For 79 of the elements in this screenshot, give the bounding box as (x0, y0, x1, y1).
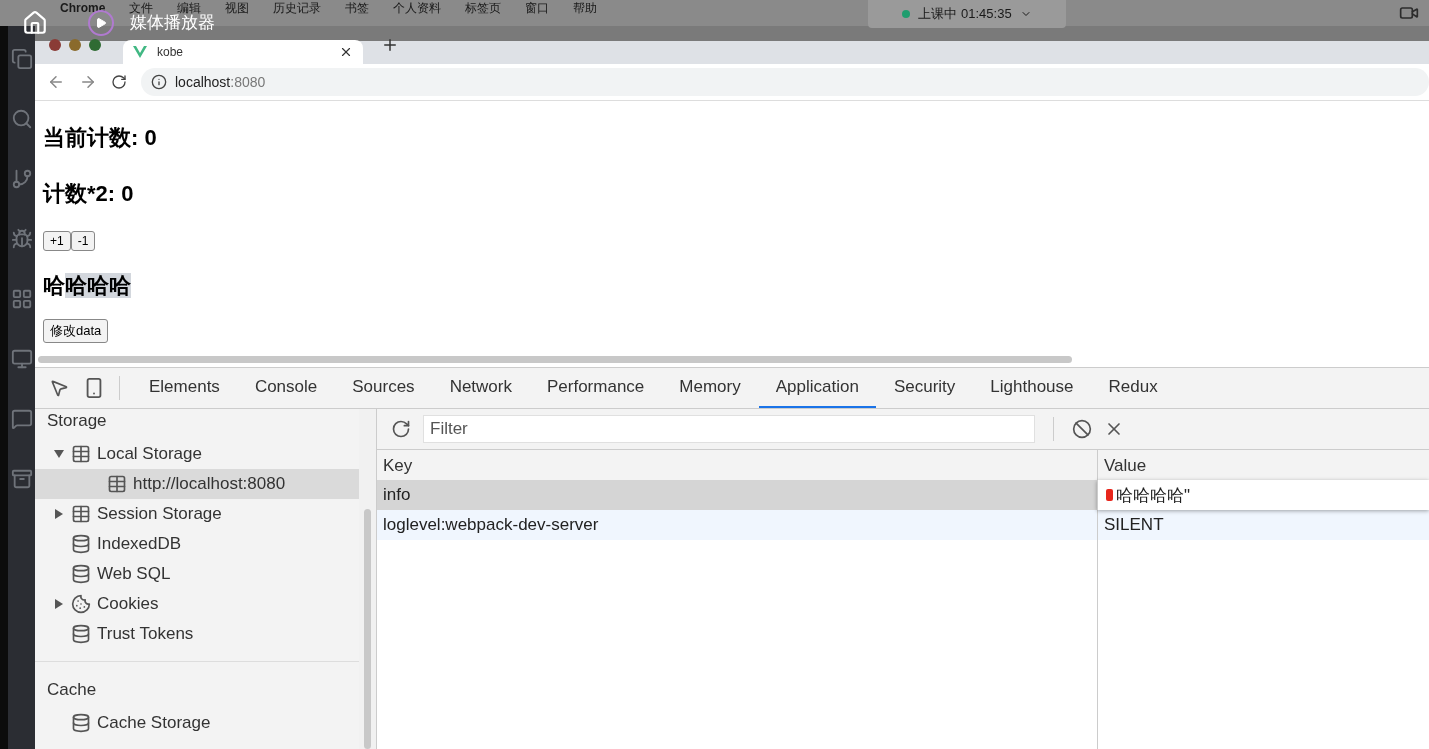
database-icon (71, 713, 91, 733)
tree-item[interactable]: Cache Storage (35, 708, 359, 738)
bug-icon[interactable] (10, 228, 33, 250)
app-menu[interactable]: Chrome (60, 1, 106, 15)
devtools-tab[interactable]: Elements (132, 368, 237, 408)
devtools-tab[interactable]: Console (237, 368, 335, 408)
table-icon (71, 504, 91, 524)
double-count-heading: 计数*2: 0 (43, 180, 134, 208)
back-icon[interactable] (47, 73, 65, 91)
menu-item[interactable]: 文件 (129, 1, 154, 15)
table-icon (71, 444, 91, 464)
collapsed-arrow-icon[interactable] (55, 599, 63, 609)
reload-icon[interactable] (111, 74, 127, 90)
close-light[interactable] (49, 39, 61, 51)
devtools-tab[interactable]: Performance (530, 368, 662, 408)
close-icon[interactable] (339, 45, 353, 59)
table-cell[interactable]: info (377, 480, 1097, 510)
menu-item[interactable]: 窗口 (525, 1, 550, 15)
vue-logo-icon (133, 46, 147, 58)
address-field[interactable]: localhost:8080 (141, 68, 1429, 96)
tree-item[interactable]: http://localhost:8080 (35, 469, 359, 499)
browser-tab[interactable]: kobe (123, 40, 363, 64)
devtools-tab[interactable]: Security (876, 368, 973, 408)
menu-item[interactable]: 个人资料 (393, 1, 442, 15)
scrollbar-thumb[interactable] (364, 509, 371, 749)
clear-icon[interactable] (1072, 419, 1092, 439)
section-title: Storage (46, 410, 108, 432)
search-icon[interactable] (10, 108, 33, 130)
extensions-icon[interactable] (10, 288, 33, 310)
devtools-tab[interactable]: Sources (335, 368, 432, 408)
tree-item[interactable]: Trust Tokens (35, 619, 359, 649)
tree-item[interactable]: Local Storage (35, 439, 359, 469)
menu-item[interactable]: 标签页 (465, 1, 502, 15)
minimize-light[interactable] (69, 39, 81, 51)
menu-item[interactable]: 视图 (225, 1, 250, 15)
home-icon[interactable] (22, 10, 48, 36)
tree-item[interactable]: IndexedDB (35, 529, 359, 559)
value-input[interactable]: 哈哈哈哈" (1097, 480, 1429, 510)
session-pill[interactable]: 上课中 01:45:35 (868, 0, 1066, 28)
player-title: 媒体播放器 (130, 14, 215, 32)
monitor-icon[interactable] (10, 348, 33, 370)
menu-item[interactable]: 历史记录 (273, 1, 322, 15)
forward-icon[interactable] (79, 73, 97, 91)
info-icon[interactable] (151, 74, 167, 90)
database-icon (71, 624, 91, 644)
chat-icon[interactable] (10, 408, 33, 430)
refresh-icon[interactable] (391, 419, 411, 439)
devtools-tab[interactable]: Memory (662, 368, 758, 408)
table-cell[interactable]: loglevel:webpack-dev-server (377, 510, 1097, 540)
database-icon (71, 534, 91, 554)
table-icon (107, 474, 127, 494)
count-heading: 当前计数: 0 (43, 124, 157, 152)
zoom-light[interactable] (89, 39, 101, 51)
message-heading: 哈哈哈哈 (43, 272, 131, 300)
menu-item[interactable]: 书签 (345, 1, 370, 15)
tree-item[interactable]: Cookies (35, 589, 359, 619)
table-cell[interactable]: SILENT (1097, 510, 1429, 540)
tree-item[interactable]: Session Storage (35, 499, 359, 529)
scrollbar-thumb[interactable] (38, 355, 1072, 363)
devtools-tab[interactable]: Network (432, 368, 529, 408)
cookie-icon (71, 594, 91, 614)
menu-item[interactable]: 帮助 (573, 1, 598, 15)
branch-icon[interactable] (10, 168, 33, 190)
devtools-tab[interactable]: Lighthouse (973, 368, 1091, 408)
section-title: Cache (46, 679, 98, 701)
expanded-arrow-icon[interactable] (54, 450, 64, 458)
collapsed-arrow-icon[interactable] (55, 509, 63, 519)
devtools-tab[interactable]: Redux (1091, 368, 1175, 408)
counter-button[interactable]: -1 (70, 231, 96, 251)
files-icon[interactable] (10, 48, 33, 70)
archive-icon[interactable] (10, 468, 33, 490)
menu-item[interactable]: 编辑 (177, 1, 202, 15)
modify-data-button[interactable]: 修改data (43, 319, 109, 343)
counter-button[interactable]: +1 (43, 231, 71, 251)
new-tab-icon[interactable] (381, 36, 399, 54)
filter-field[interactable]: Filter (423, 415, 1035, 443)
database-icon (71, 564, 91, 584)
inspect-icon[interactable] (49, 378, 69, 398)
tree-item[interactable]: Web SQL (35, 559, 359, 589)
